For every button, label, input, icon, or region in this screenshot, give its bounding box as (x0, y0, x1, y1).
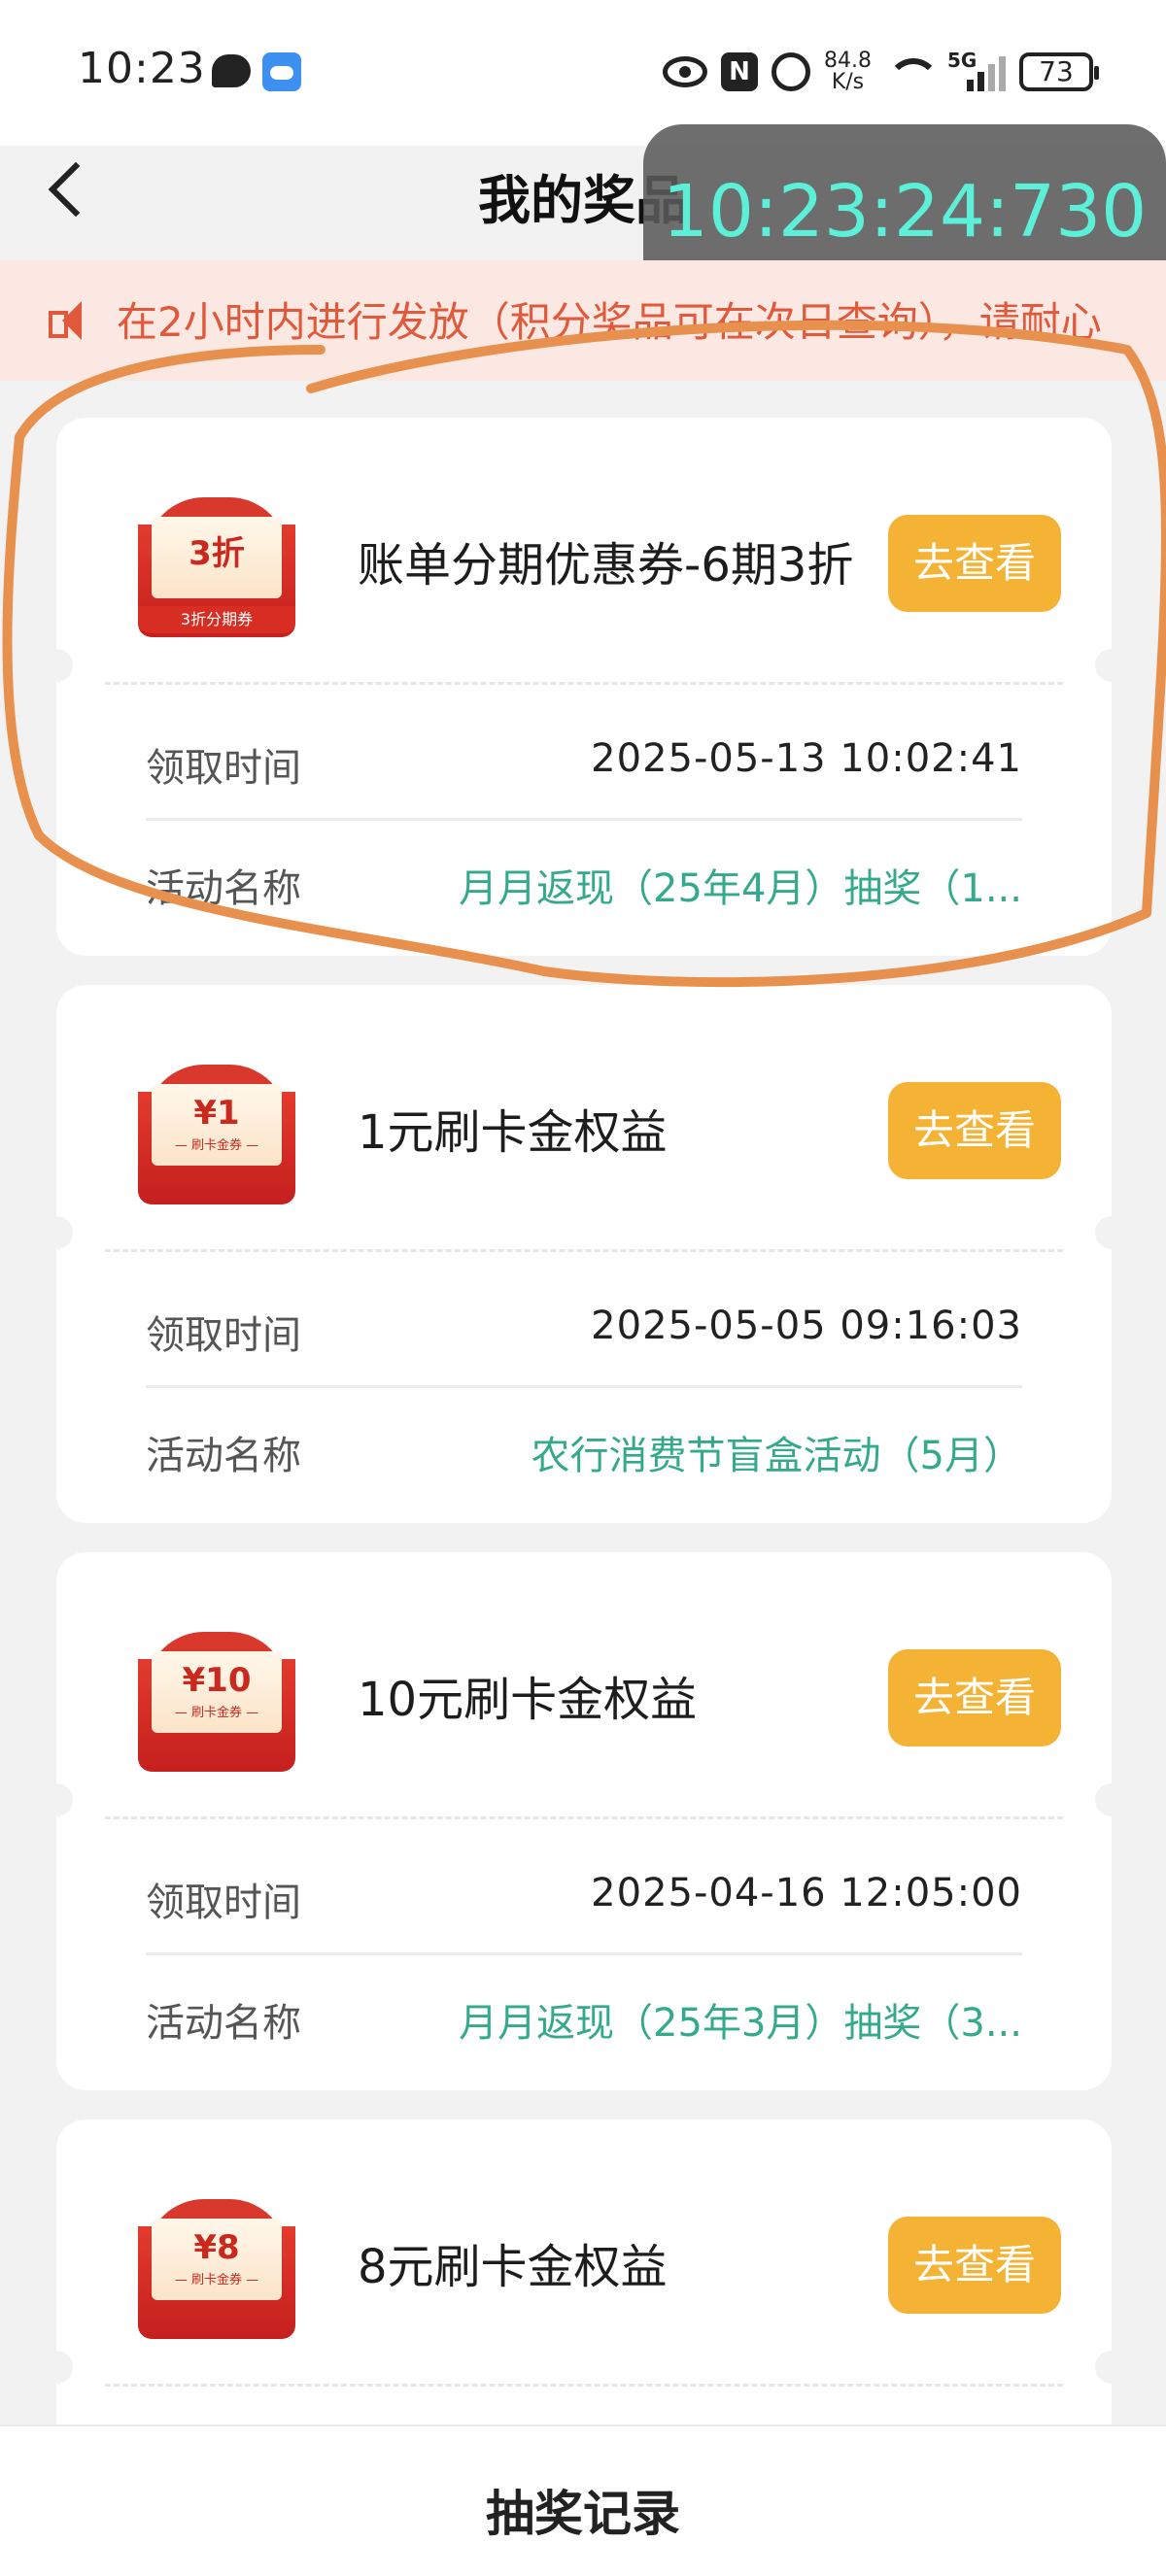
activity-name-value: 农行消费节盲盒活动（5月） (531, 1434, 1022, 1478)
view-button[interactable]: 去查看 (888, 515, 1061, 612)
cloud-app-icon (262, 52, 301, 91)
notice-text: 在2小时内进行发放（积分奖品可在次日查询），请耐心 (117, 298, 1102, 346)
receive-time-value: 2025-04-16 12:05:00 (591, 1871, 1022, 1915)
card-cash-coupon-icon: ¥1— 刷卡金券 — (138, 1065, 295, 1210)
activity-name-label: 活动名称 (146, 2001, 301, 2046)
receive-time-label: 领取时间 (146, 746, 301, 791)
discount-coupon-icon: 3折 3折分期券 (138, 497, 295, 643)
cellular-signal-icon: 5G (947, 49, 1006, 91)
receive-time-label: 领取时间 (146, 1313, 301, 1358)
receive-time-value: 2025-05-05 09:16:03 (591, 1304, 1022, 1348)
status-time: 10:23 (78, 44, 206, 93)
alarm-icon (772, 52, 811, 91)
prize-card: ¥10— 刷卡金券 — 10元刷卡金权益 去查看 领取时间 2025-04-16… (40, 1552, 1128, 2090)
net-speed: 84.8 K/s (824, 49, 872, 94)
prize-card: 3折 3折分期券 账单分期优惠券-6期3折 去查看 领取时间 2025-05-1… (40, 418, 1128, 956)
notice-bar: 在2小时内进行发放（积分奖品可在次日查询），请耐心 (0, 260, 1166, 381)
activity-name-label: 活动名称 (146, 866, 301, 911)
activity-name-label: 活动名称 (146, 1434, 301, 1478)
nfc-icon: N (721, 52, 759, 91)
bottom-bar[interactable]: 抽奖记录 (0, 2424, 1166, 2576)
lottery-records-button[interactable]: 抽奖记录 (0, 2475, 1166, 2545)
status-icons: N 84.8 K/s 5G 73 (663, 49, 1099, 94)
prize-title: 1元刷卡金权益 (358, 1105, 668, 1160)
activity-name-value: 月月返现（25年3月）抽奖（3... (459, 2001, 1022, 2046)
card-cash-coupon-icon: ¥8— 刷卡金券 — (138, 2199, 295, 2345)
prize-title: 账单分期优惠券-6期3折 (358, 538, 854, 593)
chat-notification-icon (212, 54, 251, 87)
battery-icon: 73 (1019, 52, 1099, 91)
speaker-icon (49, 299, 93, 344)
view-button[interactable]: 去查看 (888, 2217, 1061, 2314)
view-button[interactable]: 去查看 (888, 1082, 1061, 1179)
view-button[interactable]: 去查看 (888, 1649, 1061, 1746)
activity-name-value: 月月返现（25年4月）抽奖（1... (459, 866, 1022, 911)
prize-title: 8元刷卡金权益 (358, 2240, 668, 2294)
receive-time-value: 2025-05-13 10:02:41 (591, 736, 1022, 781)
eye-icon (663, 56, 708, 87)
prize-title: 10元刷卡金权益 (358, 1673, 698, 1727)
receive-time-label: 领取时间 (146, 1881, 301, 1925)
prize-card: ¥1— 刷卡金券 — 1元刷卡金权益 去查看 领取时间 2025-05-05 0… (40, 985, 1128, 1523)
card-cash-coupon-icon: ¥10— 刷卡金券 — (138, 1632, 295, 1778)
wifi-icon (885, 52, 940, 91)
